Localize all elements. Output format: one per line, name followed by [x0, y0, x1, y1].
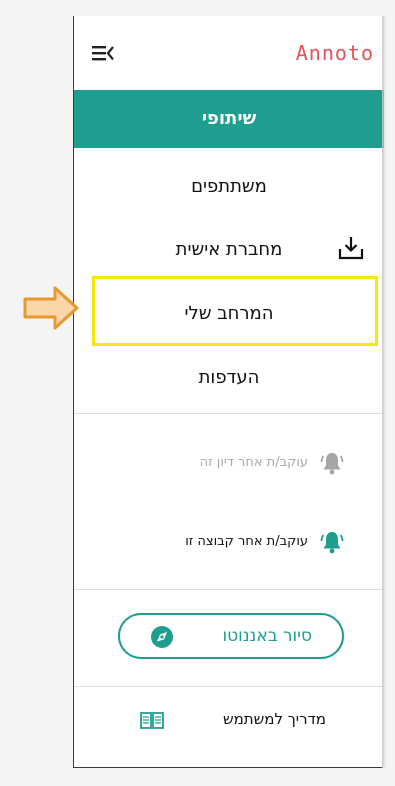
side-menu-panel: Annoto שיתופי משתתפים מחברת אישית המרחב …	[73, 16, 384, 768]
tour-button[interactable]: סיור באננוטו	[118, 613, 344, 659]
menu-item-participants[interactable]: משתתפים	[74, 176, 384, 197]
panel-shadow	[382, 16, 386, 768]
menu-item-preferences[interactable]: העדפות	[74, 367, 384, 388]
pointer-arrow-icon	[23, 286, 79, 330]
divider	[74, 686, 384, 687]
follow-group-label: עוקב/ת אחר קבוצה זו	[185, 534, 308, 549]
divider	[74, 589, 384, 590]
annoto-logo: Annoto	[295, 41, 374, 65]
download-icon[interactable]	[338, 235, 364, 261]
highlight-box	[92, 276, 378, 346]
follow-discussion-label: עוקב/ת אחר דיון זה	[199, 455, 308, 470]
divider	[74, 413, 384, 414]
compass-icon	[151, 626, 173, 648]
bell-ringing-icon	[320, 532, 344, 554]
user-guide-link[interactable]: מדריך למשתמש	[74, 705, 384, 739]
menu-header: Annoto	[74, 16, 384, 90]
bell-icon	[320, 453, 344, 475]
collapse-menu-icon[interactable]	[92, 44, 114, 62]
tour-button-label: סיור באננוטו	[222, 626, 312, 646]
book-icon	[140, 712, 164, 729]
user-guide-label: מדריך למשתמש	[222, 710, 326, 728]
menu-item-sharing[interactable]: שיתופי	[74, 90, 384, 148]
